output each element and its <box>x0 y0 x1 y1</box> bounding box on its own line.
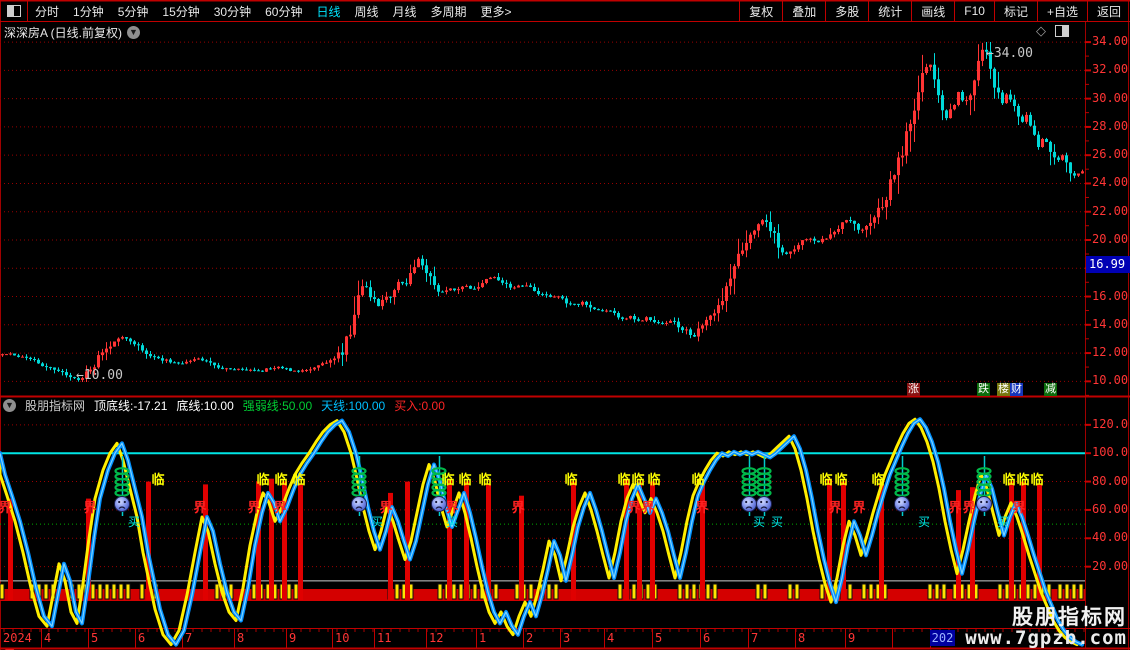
corner-icons: ◇ <box>1036 23 1069 39</box>
top-menubar: 分时 1分钟 5分钟 15分钟 30分钟 60分钟 日线 周线 月线 多周期 更多> 复权 叠加 多股统… <box>0 0 1130 22</box>
badge-减[interactable]: 减 <box>1044 383 1057 396</box>
candlestick-series <box>1 42 1084 383</box>
menu-item-分时[interactable]: 分时 <box>35 3 59 20</box>
period-menu: 分时 1分钟 5分钟 15分钟 30分钟 60分钟 日线 周线 月线 多周期 更多> <box>28 0 519 22</box>
spring-ball-icons <box>114 456 992 516</box>
spring-sadface-icon <box>976 456 992 516</box>
layout-split-icon <box>6 5 21 17</box>
page-title: 深深房A (日线.前复权) <box>4 26 123 40</box>
indicator-field: 股朋指标网 <box>25 399 86 413</box>
tool-item-F10[interactable]: F10 <box>954 0 994 22</box>
window-icon-cell[interactable] <box>0 0 28 22</box>
tool-item-标记[interactable]: 标记 <box>993 0 1037 22</box>
indicator-field: 顶底线:-17.21 <box>94 399 168 413</box>
pane-split-icon[interactable] <box>1055 25 1069 37</box>
tool-item-复权[interactable]: 复权 <box>739 0 782 22</box>
tool-menu: 复权 叠加 多股 统计 画线 F10 标记 +自选 返回 <box>739 0 1130 22</box>
diamond-icon[interactable]: ◇ <box>1036 23 1046 39</box>
spring-sadface-icon <box>741 456 757 516</box>
tool-item-多股[interactable]: 多股 <box>825 0 868 22</box>
menu-item-1分钟[interactable]: 1分钟 <box>73 3 104 20</box>
menu-item-周线[interactable]: 周线 <box>354 3 378 20</box>
tool-item-返回[interactable]: 返回 <box>1086 0 1130 22</box>
badge-财[interactable]: 财 <box>1010 383 1023 396</box>
chart-canvas[interactable] <box>0 0 1130 650</box>
indicator-field: 底线:10.00 <box>176 399 234 413</box>
badge-楼[interactable]: 楼 <box>997 383 1010 396</box>
indicator-field: 天线:100.00 <box>321 399 386 413</box>
red-signal-bars <box>8 478 1042 600</box>
badge-涨[interactable]: 涨 <box>907 383 920 396</box>
trading-app-window: 2024年456789101112123456789 分时1分钟5分钟15分钟3… <box>0 0 1130 650</box>
tool-item-+自选[interactable]: +自选 <box>1036 0 1087 22</box>
menu-item-30分钟[interactable]: 30分钟 <box>214 3 251 20</box>
chart-title-row: 深深房A (日线.前复权) ▼ <box>4 24 141 41</box>
tool-item-统计[interactable]: 统计 <box>868 0 911 22</box>
spring-sadface-icon <box>894 456 910 516</box>
tool-item-画线[interactable]: 画线 <box>911 0 954 22</box>
indicator-field: 强弱线:50.00 <box>242 399 313 413</box>
menu-item-月线[interactable]: 月线 <box>393 3 417 20</box>
badge-跌[interactable]: 跌 <box>977 383 990 396</box>
indicator-chevron-icon[interactable]: ▼ <box>3 399 16 412</box>
chevron-down-icon[interactable]: ▼ <box>127 26 141 39</box>
menu-item-多周期[interactable]: 多周期 <box>431 3 467 20</box>
menu-item-日线[interactable]: 日线 <box>316 3 340 20</box>
menu-item-5分钟[interactable]: 5分钟 <box>118 3 149 20</box>
indicator-header: ▼ 股朋指标网 顶底线:-17.21 底线:10.00 强弱线:50.00 天线:100… <box>3 398 445 413</box>
menu-item-更多>[interactable]: 更多> <box>481 3 512 20</box>
menu-item-15分钟[interactable]: 15分钟 <box>162 3 199 20</box>
spring-sadface-icon <box>756 456 772 516</box>
indicator-field: 买入:0.00 <box>394 399 445 413</box>
tool-item-叠加[interactable]: 叠加 <box>782 0 825 22</box>
menu-item-60分钟[interactable]: 60分钟 <box>265 3 302 20</box>
